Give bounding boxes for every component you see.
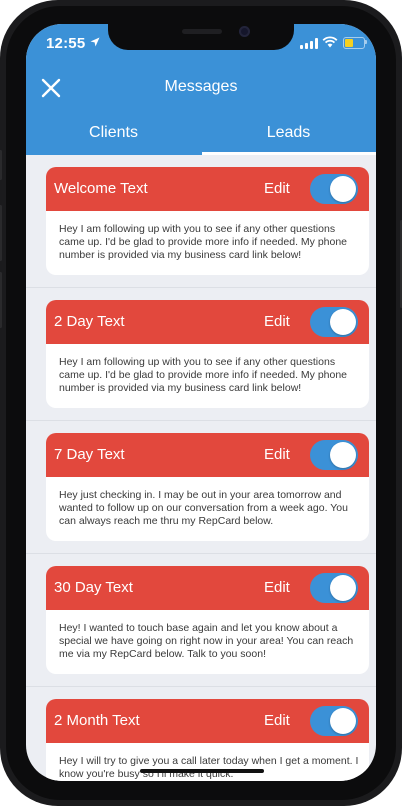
page-title: Messages	[164, 78, 238, 95]
battery-icon	[343, 37, 365, 49]
card-body: Hey I am following up with you to see if…	[46, 344, 369, 408]
message-card-welcome: Welcome Text Edit Hey I am following up …	[46, 167, 369, 277]
card-header: 30 Day Text Edit	[46, 566, 369, 610]
status-time: 12:55	[46, 35, 86, 52]
toggle-knob	[330, 708, 356, 734]
message-card-7-day: 7 Day Text Edit Hey just checking in. I …	[46, 433, 369, 543]
message-card-30-day: 30 Day Text Edit Hey! I wanted to touch …	[46, 566, 369, 676]
card-title: 7 Day Text	[54, 446, 125, 463]
card-body: Hey just checking in. I may be out in yo…	[46, 477, 369, 541]
enable-toggle[interactable]	[310, 174, 358, 204]
divider	[26, 553, 376, 554]
message-text: Hey I am following up with you to see if…	[59, 356, 348, 394]
message-text: Hey I will try to give you a call later …	[59, 755, 359, 780]
tab-leads[interactable]: Leads	[201, 124, 376, 142]
toggle-knob	[330, 575, 356, 601]
edit-button[interactable]: Edit	[264, 446, 290, 463]
battery-fill	[345, 39, 353, 47]
message-text: Hey! I wanted to touch base again and le…	[59, 622, 354, 660]
enable-toggle[interactable]	[310, 307, 358, 337]
notch	[108, 24, 294, 50]
divider	[26, 420, 376, 421]
card-header: 7 Day Text Edit	[46, 433, 369, 477]
divider	[26, 686, 376, 687]
toggle-knob	[330, 309, 356, 335]
card-title: 2 Month Text	[54, 712, 140, 729]
location-arrow-icon	[90, 37, 100, 47]
message-text: Hey I am following up with you to see if…	[59, 223, 348, 261]
wifi-icon	[322, 36, 338, 48]
card-body: Hey I will try to give you a call later …	[46, 743, 369, 781]
card-body: Hey I am following up with you to see if…	[46, 211, 369, 275]
phone-frame: 12:55 Messages Clients Leads Welcome Tex…	[0, 0, 402, 806]
screen: 12:55 Messages Clients Leads Welcome Tex…	[26, 24, 376, 781]
toggle-knob	[330, 442, 356, 468]
enable-toggle[interactable]	[310, 706, 358, 736]
edit-button[interactable]: Edit	[264, 180, 290, 197]
tab-clients[interactable]: Clients	[26, 124, 201, 142]
front-camera	[239, 26, 250, 37]
card-title: Welcome Text	[54, 180, 148, 197]
edit-button[interactable]: Edit	[264, 579, 290, 596]
mute-switch	[0, 150, 2, 180]
card-body: Hey! I wanted to touch base again and le…	[46, 610, 369, 674]
message-text: Hey just checking in. I may be out in yo…	[59, 489, 348, 527]
volume-up-button	[0, 205, 2, 261]
home-indicator[interactable]	[140, 769, 264, 773]
edit-button[interactable]: Edit	[264, 313, 290, 330]
card-header: 2 Day Text Edit	[46, 300, 369, 344]
message-list: Welcome Text Edit Hey I am following up …	[26, 155, 376, 781]
divider	[26, 287, 376, 288]
toggle-knob	[330, 176, 356, 202]
message-card-2-day: 2 Day Text Edit Hey I am following up wi…	[46, 300, 369, 410]
edit-button[interactable]: Edit	[264, 712, 290, 729]
card-header: Welcome Text Edit	[46, 167, 369, 211]
battery-cap	[365, 40, 367, 44]
enable-toggle[interactable]	[310, 573, 358, 603]
card-title: 30 Day Text	[54, 579, 133, 596]
signal-icon	[300, 38, 318, 49]
card-header: 2 Month Text Edit	[46, 699, 369, 743]
card-title: 2 Day Text	[54, 313, 125, 330]
enable-toggle[interactable]	[310, 440, 358, 470]
volume-down-button	[0, 272, 2, 328]
speaker-grille	[182, 29, 222, 34]
